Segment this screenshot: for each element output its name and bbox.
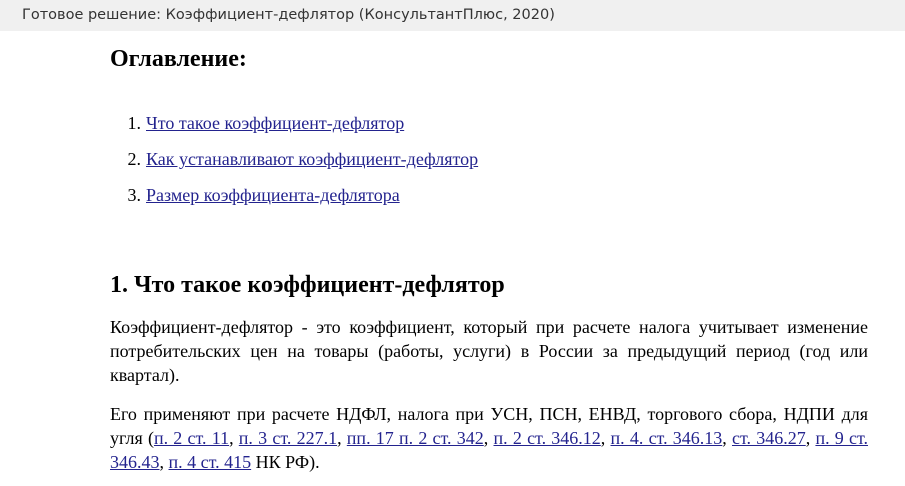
law-link[interactable]: п. 3 ст. 227.1 xyxy=(239,428,337,448)
section-heading: 1. Что такое коэффициент-дефлятор xyxy=(110,272,505,298)
document-title: Готовое решение: Коэффициент-дефлятор (К… xyxy=(22,7,555,23)
law-link[interactable]: п. 2 ст. 346.12 xyxy=(494,428,601,448)
separator: , xyxy=(600,428,611,448)
paragraph-text: НК РФ). xyxy=(251,452,320,472)
separator: , xyxy=(229,428,239,448)
separator: , xyxy=(337,428,347,448)
law-link[interactable]: ст. 346.27 xyxy=(732,428,806,448)
application-paragraph: Его применяют при расчете НДФЛ, налога п… xyxy=(110,402,868,474)
law-link[interactable]: пп. 17 п. 2 ст. 342 xyxy=(347,428,484,448)
toc-item-number: 1. xyxy=(127,113,142,133)
toc-link-what-is[interactable]: Что такое коэффициент-дефлятор xyxy=(146,113,404,133)
separator: , xyxy=(722,428,732,448)
law-link[interactable]: п. 2 ст. 11 xyxy=(154,428,229,448)
separator: , xyxy=(805,428,816,448)
definition-paragraph: Коэффициент-дефлятор - это коэффициент, … xyxy=(110,317,868,385)
toc-heading: Оглавление: xyxy=(110,46,247,72)
toc-link-size[interactable]: Размер коэффициента-дефлятора xyxy=(146,185,400,205)
table-of-contents: 1. Что такое коэффициент-дефлятор 2. Как у… xyxy=(110,111,479,219)
document-title-bar: Готовое решение: Коэффициент-дефлятор (К… xyxy=(0,0,905,31)
toc-item: 3. Размер коэффициента-дефлятора xyxy=(110,183,478,219)
toc-link-how-set[interactable]: Как устанавливают коэффициент-дефлятор xyxy=(146,149,478,169)
separator: , xyxy=(483,428,494,448)
law-link[interactable]: п. 4. ст. 346.13 xyxy=(611,428,723,448)
toc-item: 2. Как устанавливают коэффициент-дефлятор xyxy=(110,147,479,183)
toc-item-number: 3. xyxy=(127,185,142,205)
law-link[interactable]: п. 4 ст. 415 xyxy=(169,452,252,472)
toc-item-number: 2. xyxy=(127,149,142,169)
toc-item: 1. Что такое коэффициент-дефлятор xyxy=(110,111,478,147)
separator: , xyxy=(159,452,169,472)
